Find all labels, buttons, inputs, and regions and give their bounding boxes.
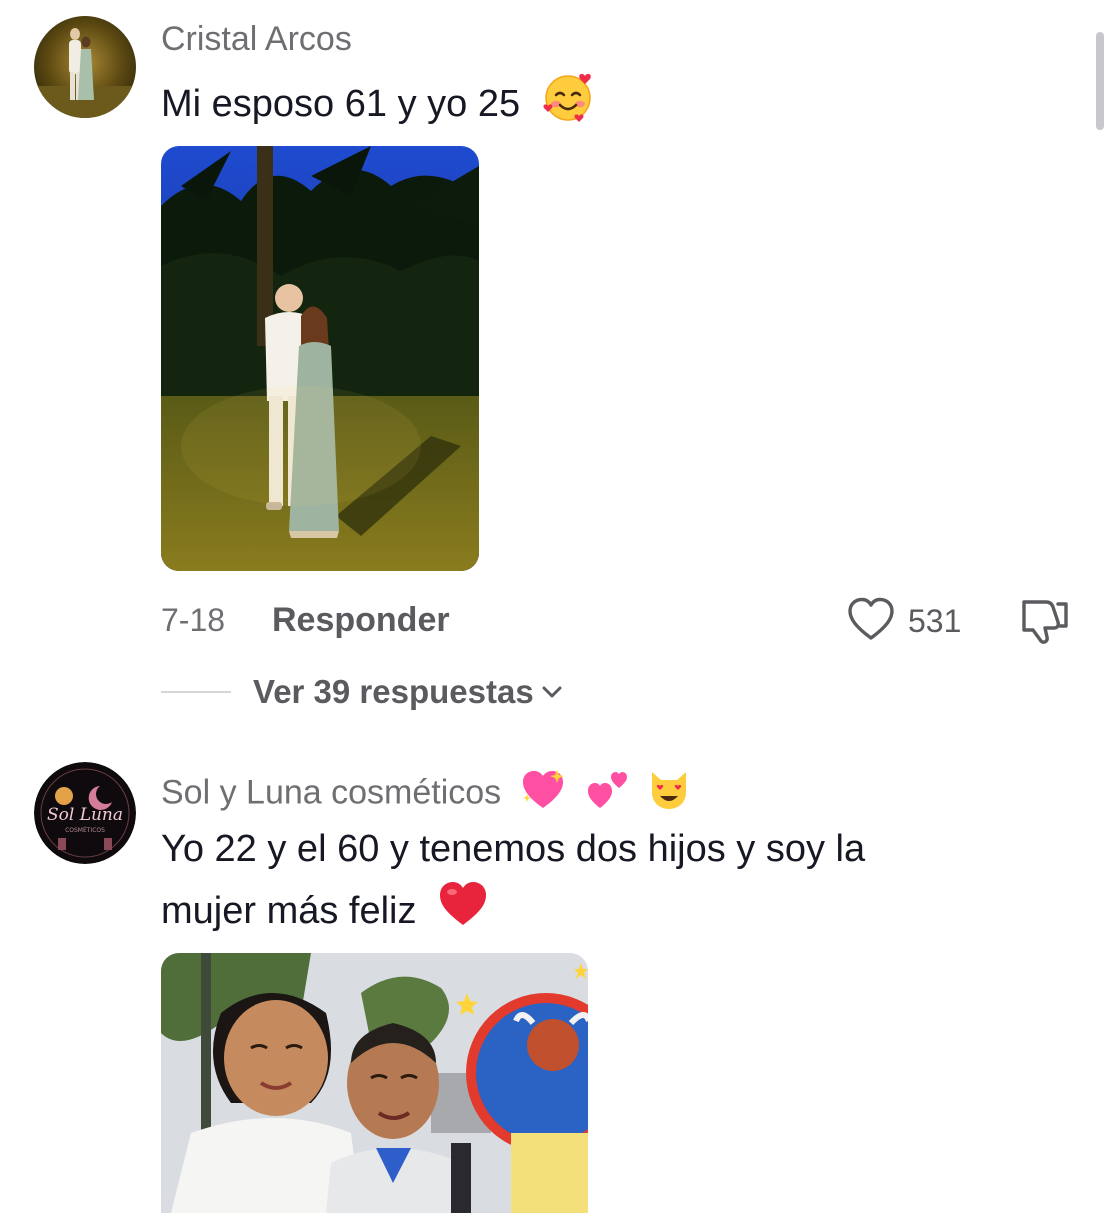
comment-username-text[interactable]: Sol y Luna cosméticos: [161, 773, 501, 811]
view-replies-label: Ver 39 respuestas: [253, 673, 534, 710]
avatar-logo-text: Sol Luna: [47, 805, 123, 825]
thumbs-down-icon[interactable]: [1016, 600, 1070, 650]
comment-username[interactable]: Sol y Luna cosméticos: [161, 768, 692, 821]
avatar[interactable]: [34, 16, 136, 118]
red-heart-icon: [437, 879, 489, 947]
like-count: 531: [908, 602, 962, 639]
smiling-cat-heart-eyes-icon: [646, 768, 692, 821]
comment-text-line-body: mujer más feliz: [161, 890, 417, 933]
comment-text-line: Yo 22 y el 60 y tenemos dos hijos y soy …: [161, 828, 866, 870]
comment-text: Mi esposo 61 y yo 25: [161, 70, 595, 142]
sparkling-heart-icon: [519, 768, 567, 821]
comment-text-body: Mi esposo 61 y yo 25: [161, 83, 521, 126]
comment-item: Sol Luna COSMÉTICOS Sol y Luna cosmético…: [0, 740, 1112, 1213]
comment-item: Cristal Arcos Mi esposo 61 y yo 25 7-18 …: [0, 0, 1112, 740]
like-button[interactable]: 531: [846, 596, 961, 646]
two-hearts-icon: [586, 768, 632, 821]
reply-button[interactable]: Responder: [272, 600, 450, 640]
avatar-logo-subtext: COSMÉTICOS: [65, 826, 105, 834]
comment-photo[interactable]: [161, 146, 479, 571]
replies-divider: [161, 691, 231, 693]
comment-text-line: mujer más feliz: [161, 879, 865, 947]
avatar[interactable]: Sol Luna COSMÉTICOS: [34, 762, 136, 864]
comment-date: 7-18: [161, 602, 226, 638]
dislike-button[interactable]: [1016, 596, 1070, 651]
view-replies-button[interactable]: Ver 39 respuestas: [161, 670, 564, 714]
comment-username[interactable]: Cristal Arcos: [161, 19, 352, 59]
comment-photo[interactable]: [161, 953, 588, 1213]
comment-text: Yo 22 y el 60 y tenemos dos hijos y soy …: [161, 819, 865, 947]
smiling-face-with-hearts-icon: [541, 70, 595, 142]
chevron-down-icon: [540, 680, 564, 704]
heart-outline-icon[interactable]: [846, 596, 896, 647]
